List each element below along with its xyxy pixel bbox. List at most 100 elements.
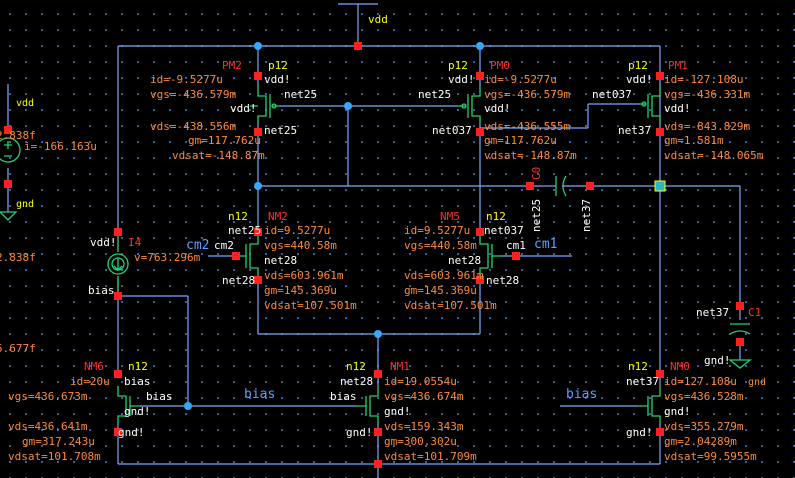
pm0-name: PM0 [490, 59, 510, 72]
nm2-vdsat: vdsat=107.501m [264, 299, 357, 312]
i4-bias: bias [88, 284, 115, 297]
pm1-vgs: vgs=-436.331m [664, 88, 750, 101]
pm2-net25: net25 [284, 88, 317, 101]
nm6-bias-pin: bias [124, 375, 151, 388]
nm1-name: NM1 [390, 360, 410, 373]
pm1-net037: net037 [592, 88, 632, 101]
nm1-vds: vds=159.343m [384, 420, 464, 433]
nm6-id: id=20u [70, 375, 110, 388]
nm6-gm: gm=317.243u [22, 435, 95, 448]
bias-net-label: bias [244, 387, 275, 402]
nm5-model: n12 [486, 210, 506, 223]
pm0-net25: net25 [418, 88, 451, 101]
pm2-model: p12 [268, 59, 288, 72]
nm6-vds: vds=436.641m [8, 420, 88, 433]
pm1-vdd: vdd! [626, 73, 653, 86]
nm1-vdsat: vdsat=101.709m [384, 450, 477, 463]
pm2-vds: vds=-438.556m [150, 120, 236, 133]
nm5-gm: gm=145.369u [404, 284, 477, 297]
c0-name: C0 [530, 167, 543, 180]
junction-net25-mid [254, 182, 262, 190]
nm0-vds: vds=355.279m [664, 420, 744, 433]
nm2-net28-bulk: net28 [264, 254, 297, 267]
i4-name: I4 [128, 236, 142, 249]
nm2-vds: vds=603.961m [264, 269, 344, 282]
nm2-net25: net25 [228, 224, 261, 237]
junction-selected[interactable] [654, 180, 666, 192]
pm2-gm: gm=117.762u [188, 134, 261, 147]
pm1-gm: gm=1.581m [664, 134, 724, 147]
pm1-symbol[interactable] [640, 86, 661, 124]
nm5-vds: vds=603.961m [404, 269, 484, 282]
nm0-gm: gm=2.04289m [664, 435, 737, 448]
left-vdd: vdd [16, 98, 34, 109]
pm0-gm: gm=117.762u [484, 134, 557, 147]
pm1-vdsat: vdsat=-148.065m [664, 149, 764, 162]
nm6-bias-gate: bias [146, 390, 173, 403]
nm2-gm: gm=145.369u [264, 284, 337, 297]
pm0-vgs: vgs=-436.579m [484, 88, 570, 101]
i4-value: v=763.296m [134, 251, 201, 264]
nm5-net037: net037 [484, 224, 524, 237]
nm1-vgs: vgs=436.674m [384, 390, 464, 403]
junction-pm0-vdd [476, 42, 484, 50]
nm6-vdsat: vdsat=101.708m [8, 450, 101, 463]
nm6-model: n12 [128, 360, 148, 373]
left-current: i=-166.163u [24, 140, 97, 153]
pm0-model: p12 [448, 59, 468, 72]
nm0-net37: net37 [626, 375, 659, 388]
nm0-vgs: vgs=436.528m [664, 390, 744, 403]
c1-capacitor[interactable] [729, 323, 751, 335]
nm6-gnd: gnd! [118, 426, 145, 439]
schematic-canvas[interactable]: vdd PM2 p12 id=-9.5277u vdd! vgs=-436.57… [0, 0, 795, 478]
nm2-net28: net28 [222, 274, 255, 287]
left-gnd: gnd [16, 199, 34, 210]
junction-net28 [374, 330, 382, 338]
pm1-model: p12 [628, 59, 648, 72]
pm1-id: id=-127.108u [664, 73, 743, 86]
pm2-id: id=-9.5277u [150, 73, 223, 86]
pm1-bulk: vdd! [664, 102, 691, 115]
nm5-net28: net28 [486, 274, 519, 287]
c1-net37: net37 [696, 306, 729, 319]
nm1-id: id=19.0554u [384, 375, 457, 388]
c1-gnd-pin: gnd! [704, 354, 731, 367]
pm2-vdsat: vdsat=-148.87m [172, 149, 265, 162]
c0-capacitor[interactable] [540, 175, 590, 197]
junction-pm2-vdd [254, 42, 262, 50]
left-val2: 2.838f [0, 251, 36, 264]
pm0-symbol[interactable] [458, 86, 481, 124]
c1-gnd-symbol [728, 359, 752, 369]
nm1-model: n12 [346, 360, 366, 373]
labels: vdd PM2 p12 id=-9.5277u vdd! vgs=-436.57… [0, 13, 766, 463]
nm6-gnd-bulk: gnd! [124, 405, 151, 418]
nm2-vgs: vgs=440.58m [264, 239, 337, 252]
nm5-name: NM5 [440, 210, 460, 223]
nm6-vgs: vgs=436.673m [8, 390, 88, 403]
nm2-id: id=9.5277u [264, 224, 330, 237]
pm2-drain: net25 [264, 124, 297, 137]
nm5-cm1-pin: cm1 [506, 239, 526, 252]
i4-vdd: vdd! [90, 236, 117, 249]
nm1-symbol[interactable] [356, 386, 379, 424]
c1-gnd: gnd [748, 377, 766, 388]
nm5-id: id=9.5277u [404, 224, 470, 237]
pm2-bulk: vdd! [230, 102, 257, 115]
pm1-vds: vds=-843.829m [664, 120, 750, 133]
pm2-vdd: vdd! [264, 73, 291, 86]
nm0-bias-label: bias [566, 387, 597, 402]
pm0-id: id=-9.5277u [484, 73, 557, 86]
pm0-bulk: vdd! [484, 102, 511, 115]
nm0-gnd-bulk: gnd! [664, 405, 691, 418]
nm5-vdsat: vdsat=107.501m [404, 299, 497, 312]
pm1-drain: net37 [618, 124, 651, 137]
nm1-net28: net28 [340, 375, 373, 388]
schematic-svg[interactable]: vdd PM2 p12 id=-9.5277u vdd! vgs=-436.57… [0, 0, 795, 478]
nm5-vgs: vgs=440.58m [404, 239, 477, 252]
c0-net37: net37 [580, 199, 593, 232]
nm0-vdsat: vdsat=99.5955m [664, 450, 757, 463]
c1-name: C1 [748, 306, 761, 319]
pm0-vdd: vdd! [448, 73, 475, 86]
nm0-model: n12 [628, 360, 648, 373]
nm0-name: NM0 [670, 360, 690, 373]
